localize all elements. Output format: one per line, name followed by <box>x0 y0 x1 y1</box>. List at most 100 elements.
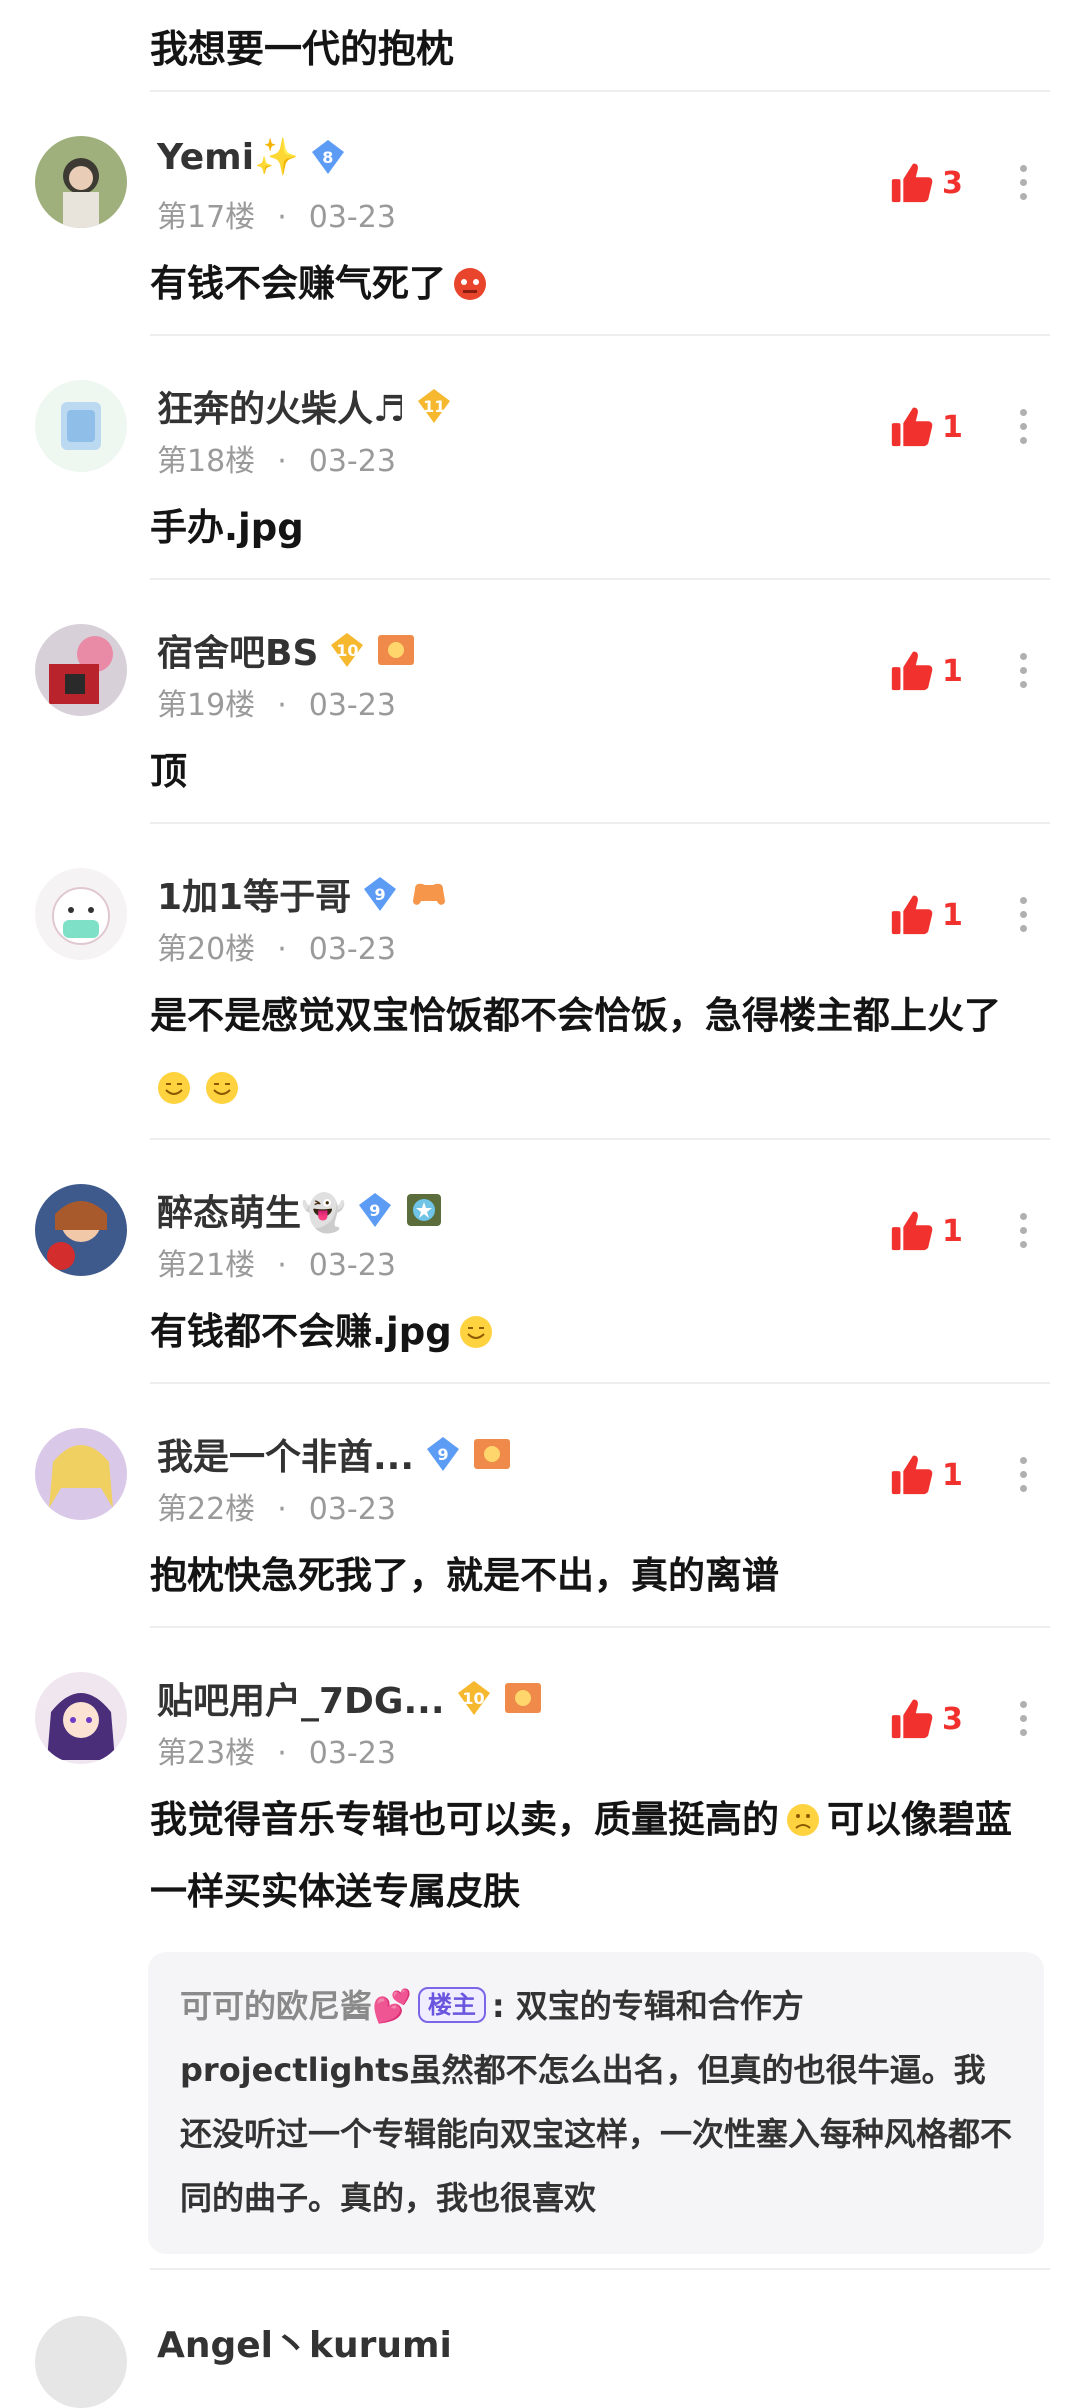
diamond-level-badge-icon: 9 <box>424 1435 462 1473</box>
thumbs-up-icon <box>891 1455 933 1495</box>
username[interactable]: 狂奔的火柴人♬ 11 <box>157 380 453 432</box>
avatar[interactable] <box>35 624 127 716</box>
comment-text: 顶 <box>150 750 187 793</box>
username-text: Angel丶kurumi <box>157 2325 452 2366</box>
username-text: 1加1等于哥 <box>157 877 352 918</box>
like-count: 1 <box>942 409 963 445</box>
more-vertical-icon[interactable] <box>1010 1696 1036 1746</box>
quoted-reply[interactable]: 可可的欧尼酱💕 楼主: 双宝的专辑和合作方projectlights虽然都不怎么出… <box>148 1952 1044 2254</box>
comment-text-content: 一样买实体送专属皮肤 <box>150 1870 520 1913</box>
like-button[interactable]: 1 <box>888 648 963 694</box>
angry-emoji-icon <box>454 268 486 300</box>
divider <box>150 2268 1050 2270</box>
medal-icon <box>378 635 415 665</box>
username[interactable]: 1加1等于哥 9 <box>157 868 449 920</box>
avatar[interactable] <box>35 2316 127 2408</box>
level-number: 10 <box>336 640 359 660</box>
username-text: Yemi✨ <box>157 137 299 178</box>
comment-date: 03-23 <box>308 1248 396 1283</box>
thumbs-up-icon <box>891 1699 933 1739</box>
diamond-level-badge-icon: 10 <box>328 631 366 669</box>
like-button[interactable]: 1 <box>888 1452 963 1498</box>
avatar[interactable] <box>35 1428 127 1520</box>
more-vertical-icon[interactable] <box>1010 404 1036 454</box>
like-count: 1 <box>942 1213 963 1249</box>
floor-number: 第17楼 <box>157 200 256 235</box>
comment-meta: 第17楼 · 03-23 <box>157 200 396 235</box>
diamond-level-badge-icon: 9 <box>361 875 399 913</box>
comment-date: 03-23 <box>308 200 396 235</box>
floor-number: 第21楼 <box>157 1248 256 1283</box>
comment-meta: 第23楼 · 03-23 <box>157 1736 396 1771</box>
more-vertical-icon[interactable] <box>1010 1452 1036 1502</box>
more-vertical-icon[interactable] <box>1010 1208 1036 1258</box>
floor-number: 第19楼 <box>157 688 256 723</box>
comment-date: 03-23 <box>308 932 396 967</box>
like-count: 1 <box>942 1457 963 1493</box>
comment-date: 03-23 <box>308 444 396 479</box>
comment-text-content: 是不是感觉双宝恰饭都不会恰饭，急得楼主都上火了 <box>150 994 1001 1037</box>
level-number: 9 <box>369 1200 381 1220</box>
avatar[interactable] <box>35 380 127 472</box>
thumbs-up-icon <box>891 1211 933 1251</box>
like-button[interactable]: 1 <box>888 1208 963 1254</box>
like-count: 3 <box>942 1701 963 1737</box>
username[interactable]: 醉态萌生👻 9 <box>157 1184 444 1236</box>
more-vertical-icon[interactable] <box>1010 892 1036 942</box>
username[interactable]: 宿舍吧BS 10 <box>157 624 416 676</box>
avatar[interactable] <box>35 1184 127 1276</box>
username[interactable]: 贴吧用户_7DG... 10 <box>157 1672 543 1724</box>
host-tag: 楼主 <box>417 1987 486 2023</box>
username-text: 宿舍吧BS <box>157 633 319 674</box>
comment-text-content: 我觉得音乐专辑也可以卖，质量挺高的 <box>150 1798 779 1841</box>
diamond-level-badge-icon: 11 <box>415 387 453 425</box>
smile-emoji-icon <box>158 1072 190 1104</box>
avatar[interactable] <box>35 1672 127 1764</box>
divider <box>150 1138 1050 1140</box>
avatar[interactable] <box>35 868 127 960</box>
like-button[interactable]: 3 <box>888 1696 963 1742</box>
thumbs-up-icon <box>891 407 933 447</box>
username-text: 醉态萌生👻 <box>157 1193 346 1234</box>
comment-text-content: 有钱都不会赚.jpg <box>150 1310 452 1353</box>
medal-icon <box>504 1683 541 1713</box>
thumbs-up-icon <box>891 895 933 935</box>
diamond-level-badge-icon: 8 <box>309 138 347 176</box>
like-button[interactable]: 3 <box>888 160 963 206</box>
comment-meta: 第22楼 · 03-23 <box>157 1492 396 1527</box>
comment-text: 有钱都不会赚.jpg <box>150 1296 1055 1368</box>
like-button[interactable]: 1 <box>888 404 963 450</box>
more-vertical-icon[interactable] <box>1010 160 1036 210</box>
comment-text: 是不是感觉双宝恰饭都不会恰饭，急得楼主都上火了 <box>150 980 1055 1124</box>
floor-number: 第23楼 <box>157 1736 256 1771</box>
username[interactable]: Yemi✨ 8 <box>157 136 347 178</box>
floor-number: 第22楼 <box>157 1492 256 1527</box>
more-vertical-icon[interactable] <box>1010 648 1036 698</box>
diamond-level-badge-icon: 9 <box>356 1191 394 1229</box>
smile-emoji-icon <box>459 1316 492 1348</box>
floor-number: 第20楼 <box>157 932 256 967</box>
username[interactable]: 我是一个非酋... 9 <box>157 1428 512 1480</box>
comment-meta: 第21楼 · 03-23 <box>157 1248 396 1283</box>
level-number: 10 <box>462 1688 485 1708</box>
thumbs-up-icon <box>891 651 933 691</box>
medal-icon <box>474 1439 511 1469</box>
comment-date: 03-23 <box>308 1736 396 1771</box>
username-text: 我是一个非酋... <box>157 1437 415 1478</box>
reply-username[interactable]: 可可的欧尼酱💕 <box>180 1987 412 2025</box>
diamond-level-badge-icon: 10 <box>455 1679 493 1717</box>
avatar[interactable] <box>35 136 127 228</box>
game-controller-icon <box>413 883 446 905</box>
like-button[interactable]: 1 <box>888 892 963 938</box>
like-count: 1 <box>942 897 963 933</box>
divider <box>150 90 1050 92</box>
comment-text: 我觉得音乐专辑也可以卖，质量挺高的 可以像碧蓝 一样买实体送专属皮肤 <box>150 1784 1055 1928</box>
thumbs-up-icon <box>891 163 933 203</box>
comment-text: 有钱不会赚气死了 <box>150 248 1055 320</box>
level-number: 8 <box>322 147 334 167</box>
comment-text-content: 可以像碧蓝 <box>827 1798 1012 1841</box>
like-count: 3 <box>942 165 963 201</box>
comment-meta: 第18楼 · 03-23 <box>157 444 396 479</box>
username[interactable]: Angel丶kurumi <box>157 2316 452 2368</box>
username-text: 狂奔的火柴人♬ <box>157 389 406 430</box>
